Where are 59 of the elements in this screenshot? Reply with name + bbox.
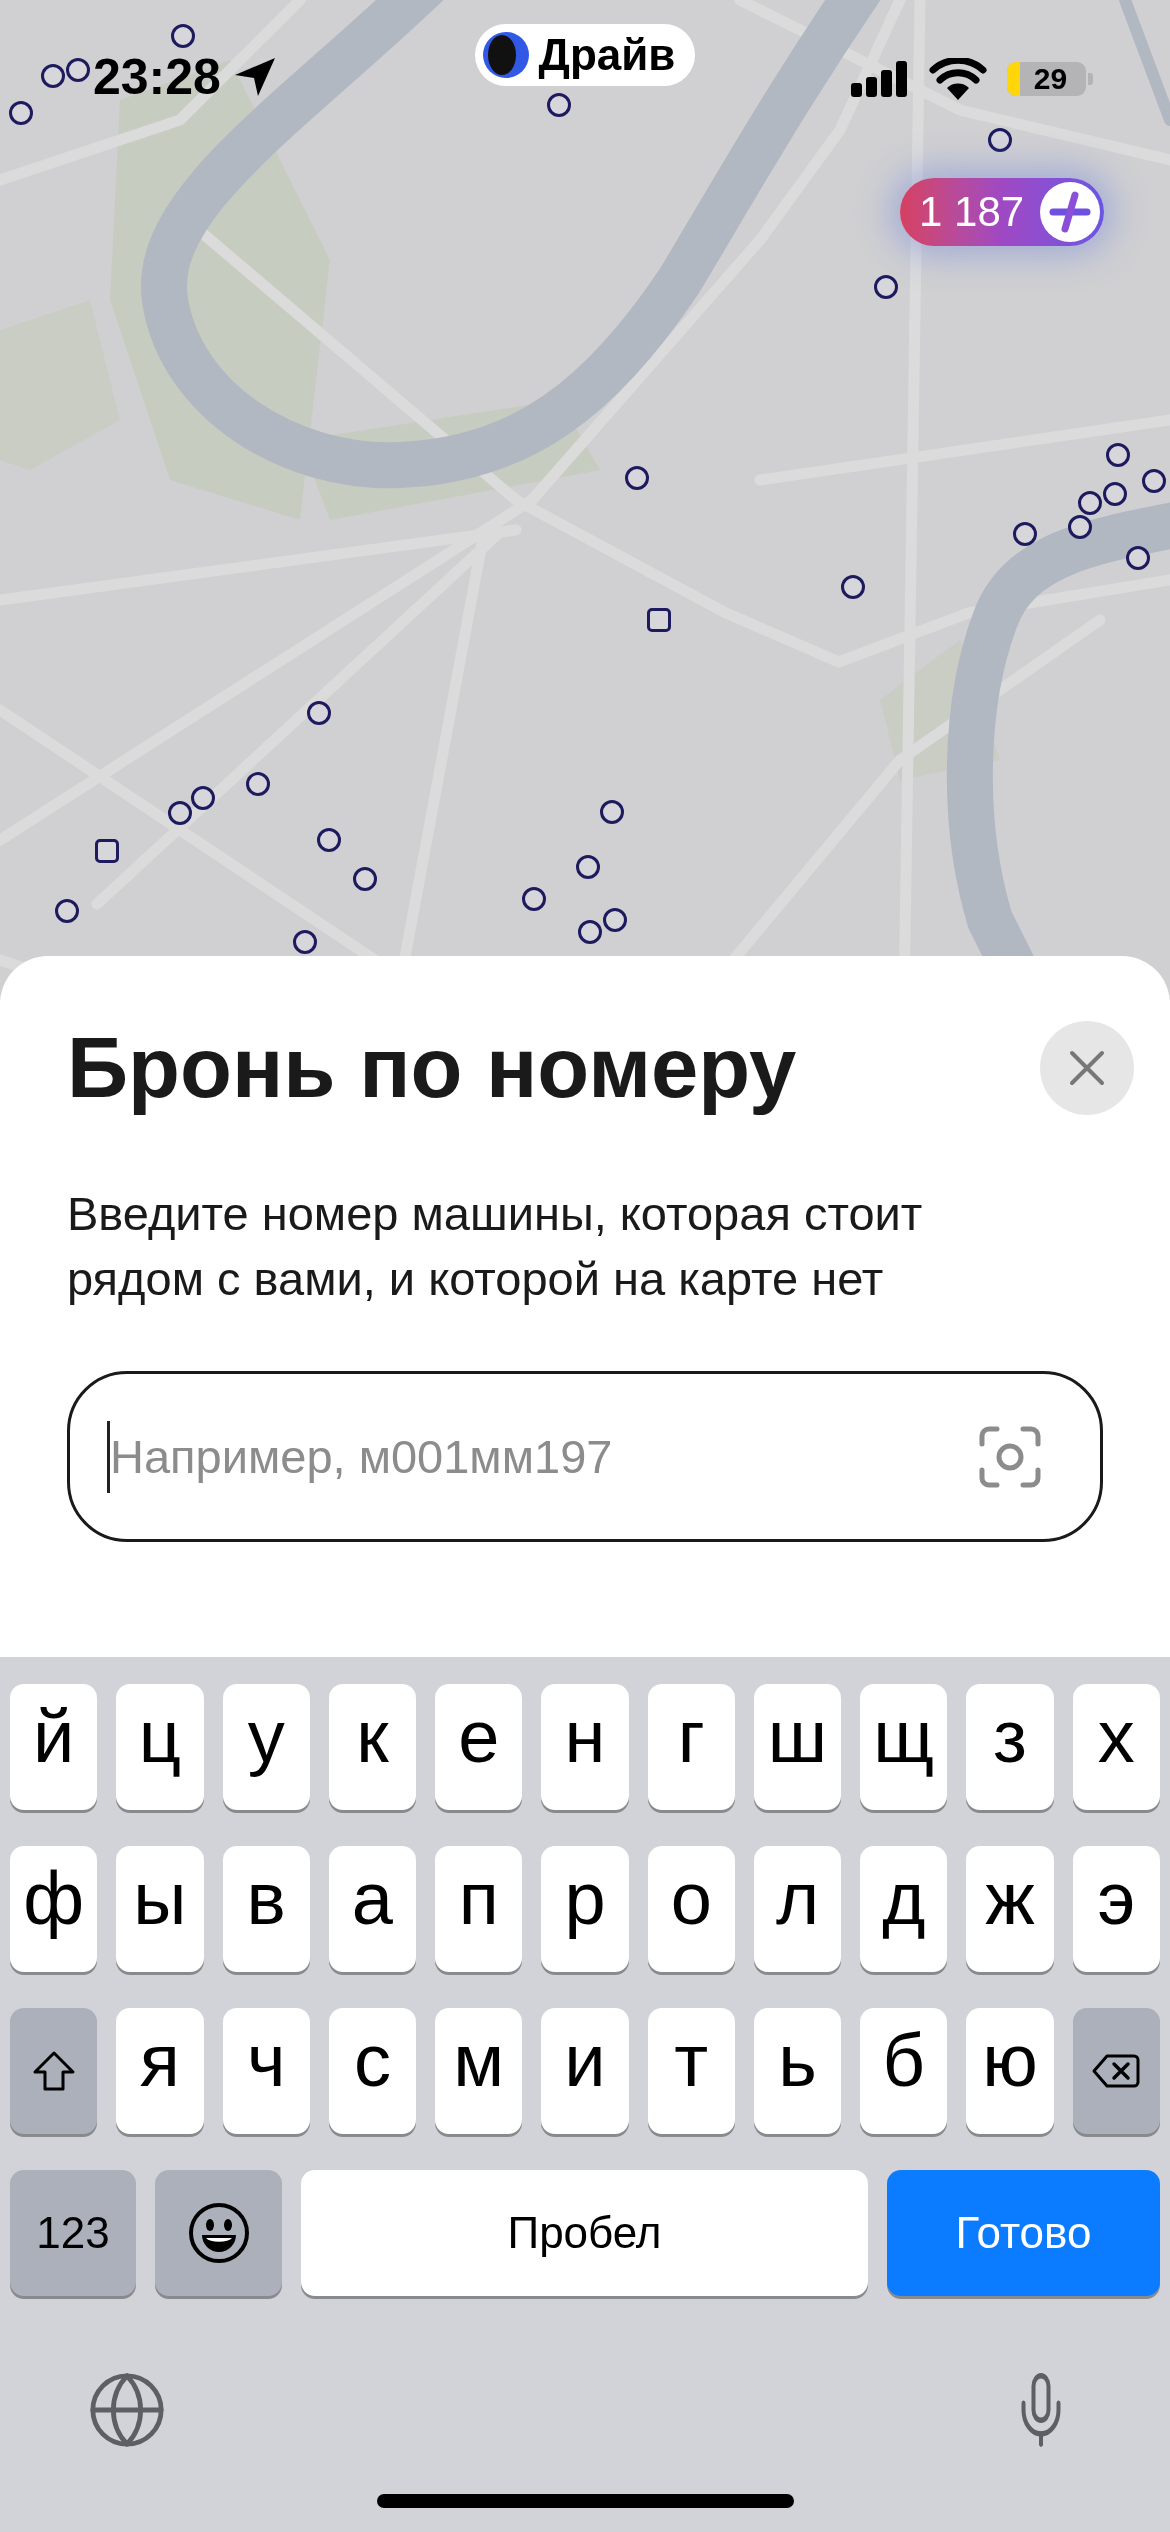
keyboard-key[interactable]: у	[222, 1684, 310, 1810]
text-cursor	[107, 1421, 110, 1493]
numbers-key[interactable]: 123	[10, 2170, 136, 2296]
keyboard-key[interactable]: д	[860, 1846, 948, 1972]
wifi-icon	[929, 58, 987, 100]
delete-key[interactable]	[1072, 2008, 1160, 2134]
keyboard-key[interactable]: и	[541, 2008, 629, 2134]
battery-icon	[1007, 62, 1093, 96]
keyboard-key[interactable]: о	[647, 1846, 735, 1972]
keyboard-key[interactable]: н	[541, 1684, 629, 1810]
app-name: Драйв	[538, 33, 676, 77]
keyboard-key[interactable]: ю	[966, 2008, 1054, 2134]
keyboard-key[interactable]: к	[328, 1684, 417, 1810]
location-arrow-icon	[234, 58, 275, 96]
keyboard-key[interactable]: з	[966, 1684, 1054, 1810]
signal-icon	[851, 61, 909, 97]
keyboard-key[interactable]: ш	[753, 1684, 842, 1810]
keyboard-key[interactable]: ч	[222, 2008, 310, 2134]
keyboard-key[interactable]: с	[328, 2008, 417, 2134]
smiley-icon	[187, 2202, 250, 2264]
keyboard-key[interactable]: м	[435, 2008, 523, 2134]
keyboard-key[interactable]: т	[647, 2008, 735, 2134]
close-icon	[1069, 1050, 1105, 1086]
keyboard-key[interactable]: ь	[753, 2008, 842, 2134]
logo-icon	[482, 32, 529, 78]
battery-percentage: 29	[1033, 64, 1068, 94]
keyboard-key[interactable]: г	[647, 1684, 735, 1810]
points-value: 1 187	[919, 191, 1025, 233]
app-pill[interactable]: Драйв	[474, 24, 696, 86]
emoji-key[interactable]	[155, 2170, 282, 2296]
plate-input-field[interactable]: Например, м001мм197	[67, 1371, 1103, 1542]
backspace-icon	[1092, 2053, 1141, 2089]
shift-key[interactable]	[10, 2008, 98, 2134]
space-key[interactable]: Пробел	[301, 2170, 868, 2296]
keyboard-key[interactable]: щ	[860, 1684, 948, 1810]
done-key[interactable]: Готово	[887, 2170, 1160, 2296]
scan-icon[interactable]	[979, 1426, 1041, 1488]
keyboard-key[interactable]: х	[1072, 1684, 1160, 1810]
points-badge[interactable]: 1 187	[900, 178, 1105, 246]
keyboard-key[interactable]: е	[435, 1684, 523, 1810]
keyboard-key[interactable]: ф	[10, 1846, 98, 1972]
square-marker-icon[interactable]	[647, 608, 671, 632]
keyboard-key[interactable]: п	[435, 1846, 523, 1972]
shift-icon	[31, 2050, 76, 2092]
square-marker-icon[interactable]	[95, 839, 119, 863]
sheet-description: Введите номер машины, которая стоит рядом с вами, и которой на карте нет	[67, 1186, 924, 1307]
keyboard-key[interactable]: б	[860, 2008, 948, 2134]
keyboard-key[interactable]: й	[10, 1684, 98, 1810]
keyboard-key[interactable]: а	[328, 1846, 417, 1972]
keyboard-key[interactable]: л	[753, 1846, 842, 1972]
keyboard-key[interactable]: ж	[966, 1846, 1054, 1972]
keyboard-key[interactable]: ц	[116, 1684, 204, 1810]
keyboard-key[interactable]: я	[116, 2008, 204, 2134]
keyboard-key[interactable]: в	[222, 1846, 310, 1972]
plus-circle-icon	[1040, 182, 1101, 242]
keyboard-key[interactable]: р	[541, 1846, 629, 1972]
keyboard-key[interactable]: ы	[116, 1846, 204, 1972]
keyboard-key[interactable]: э	[1072, 1846, 1160, 1972]
status-time: 23:28	[93, 52, 221, 102]
